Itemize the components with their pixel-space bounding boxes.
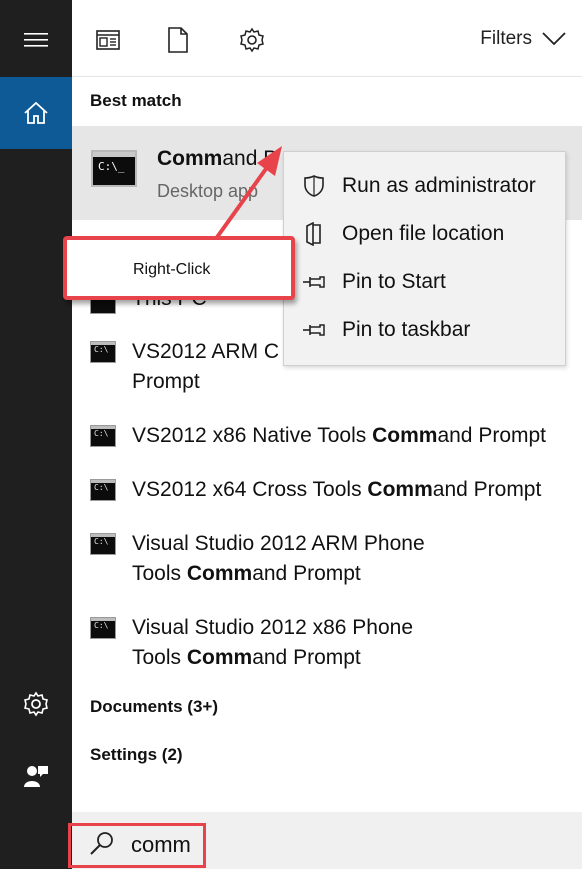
command-prompt-icon: C:\ xyxy=(90,617,116,639)
best-match-title: Command P xyxy=(157,147,278,170)
result-label: VS2012 x64 Cross Tools Command Prompt xyxy=(132,478,542,501)
settings-filter-button[interactable] xyxy=(234,22,270,58)
menu-item-open-file-location[interactable]: Open file location xyxy=(284,210,565,258)
command-prompt-icon: C:\ xyxy=(90,341,116,363)
menu-item-label: Pin to taskbar xyxy=(342,318,471,341)
search-highlight-box xyxy=(68,823,206,868)
menu-item-run-as-administrator[interactable]: Run as administrator xyxy=(284,162,565,210)
documents-section-link[interactable]: Documents (3+) xyxy=(90,697,218,717)
document-icon xyxy=(168,27,188,53)
result-label: Visual Studio 2012 ARM Phone Tools Comma… xyxy=(132,532,425,585)
apps-icon xyxy=(96,30,120,50)
gear-icon xyxy=(240,27,264,53)
menu-item-pin-to-taskbar[interactable]: Pin to taskbar xyxy=(284,306,565,354)
list-item[interactable]: C:\ Visual Studio 2012 x86 Phone Tools C… xyxy=(90,613,570,673)
command-prompt-icon: C:\ xyxy=(90,533,116,555)
apps-filter-button[interactable] xyxy=(90,22,126,58)
menu-item-label: Pin to Start xyxy=(342,270,446,293)
best-match-subtitle: Desktop app xyxy=(157,181,259,201)
hamburger-menu-button[interactable] xyxy=(0,4,72,76)
callout-label: Right-Click xyxy=(133,261,211,278)
shield-icon xyxy=(302,174,326,198)
result-label: VS2012 x86 Native Tools Command Prompt xyxy=(132,424,547,447)
result-label: VS2012 ARM C Prompt xyxy=(132,340,280,393)
settings-section-link[interactable]: Settings (2) xyxy=(90,745,183,765)
gear-icon xyxy=(24,691,48,717)
documents-filter-button[interactable] xyxy=(160,22,196,58)
command-prompt-icon: C:\ xyxy=(90,479,116,501)
menu-item-pin-to-start[interactable]: Pin to Start xyxy=(284,258,565,306)
top-toolbar: Filters xyxy=(72,0,582,77)
context-menu: Run as administrator Open file location … xyxy=(283,151,566,366)
home-button[interactable] xyxy=(0,77,72,149)
menu-item-label: Open file location xyxy=(342,222,505,245)
list-item[interactable]: C:\ VS2012 x64 Cross Tools Command Promp… xyxy=(90,475,570,505)
left-rail xyxy=(0,0,72,869)
feedback-icon xyxy=(24,766,48,787)
pin-icon xyxy=(302,318,326,342)
command-prompt-icon: C:\ xyxy=(90,425,116,447)
folder-icon xyxy=(302,222,326,246)
pin-icon xyxy=(302,270,326,294)
best-match-heading: Best match xyxy=(90,91,182,110)
menu-item-label: Run as administrator xyxy=(342,174,536,197)
result-label: Visual Studio 2012 x86 Phone Tools Comma… xyxy=(132,616,413,669)
hamburger-icon xyxy=(24,33,48,47)
user-feedback-button[interactable] xyxy=(0,740,72,812)
home-icon xyxy=(24,101,48,124)
list-item[interactable]: C:\ VS2012 x86 Native Tools Command Prom… xyxy=(90,421,570,451)
filters-label: Filters xyxy=(480,28,532,49)
command-prompt-icon: C:\_ xyxy=(91,150,137,187)
filters-dropdown[interactable]: Filters xyxy=(480,28,566,50)
chevron-down-icon xyxy=(542,32,566,46)
settings-button[interactable] xyxy=(0,668,72,740)
right-click-callout: Right-Click xyxy=(63,236,295,300)
list-item[interactable]: C:\ Visual Studio 2012 ARM Phone Tools C… xyxy=(90,529,570,589)
